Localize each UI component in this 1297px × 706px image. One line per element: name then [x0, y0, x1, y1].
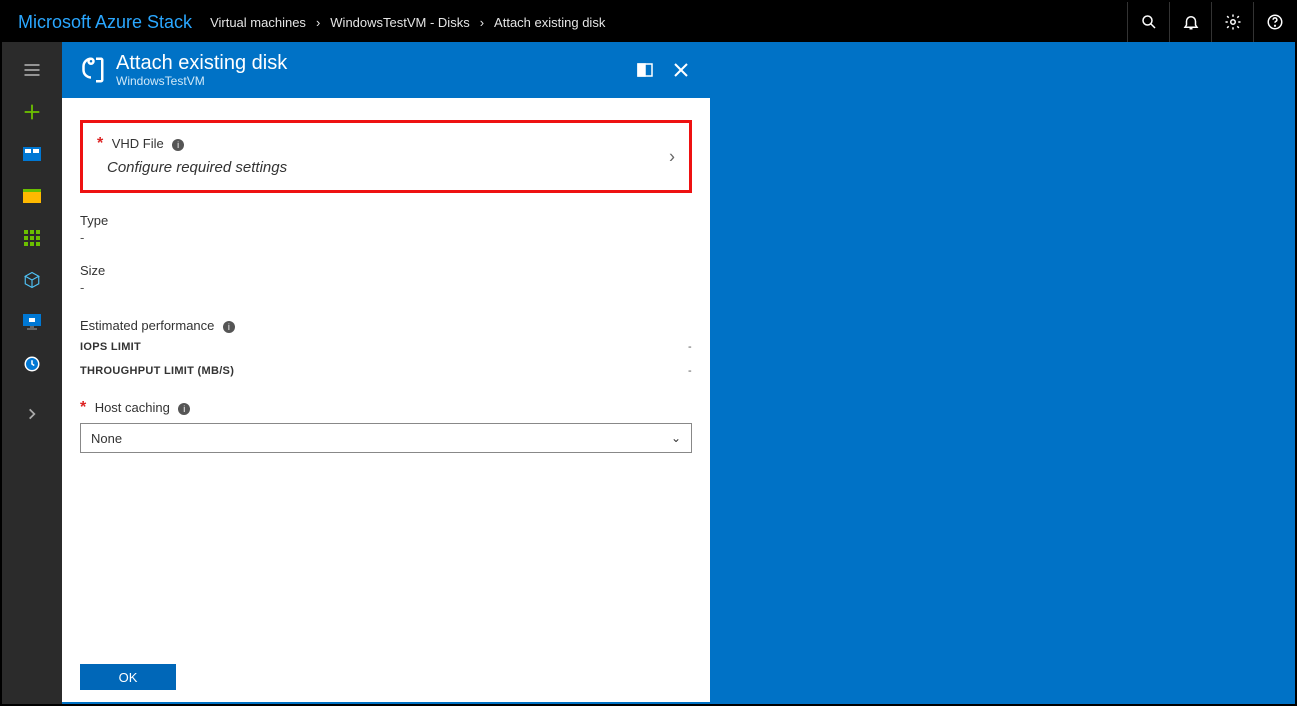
help-button[interactable]: [1253, 2, 1295, 42]
maximize-icon: [637, 63, 653, 77]
folder-icon: [23, 189, 41, 203]
topbar-actions: [1127, 2, 1295, 42]
nav-dashboard[interactable]: [2, 134, 62, 174]
ok-button[interactable]: OK: [80, 664, 176, 690]
blade-header: Attach existing disk WindowsTestVM: [62, 42, 710, 98]
grid-icon: [24, 230, 40, 246]
left-nav: [2, 42, 62, 704]
vhd-file-selector[interactable]: * VHD File i Configure required settings…: [80, 120, 692, 193]
nav-virtual-machines[interactable]: [2, 302, 62, 342]
bell-icon: [1182, 13, 1200, 31]
cube-icon: [23, 271, 41, 289]
required-indicator: *: [80, 399, 86, 416]
nav-resource-groups[interactable]: [2, 176, 62, 216]
iops-limit-value: -: [688, 341, 692, 353]
info-icon[interactable]: i: [223, 321, 235, 333]
help-icon: [1266, 13, 1284, 31]
close-icon: [674, 63, 688, 77]
breadcrumb-virtual-machines[interactable]: Virtual machines: [210, 15, 306, 30]
type-value: -: [80, 230, 692, 245]
nav-all-resources[interactable]: [2, 218, 62, 258]
chevron-right-icon: [25, 407, 39, 421]
notifications-button[interactable]: [1169, 2, 1211, 42]
chevron-right-icon: ›: [316, 15, 320, 30]
vhd-file-label: VHD File: [112, 136, 164, 151]
iops-limit-label: IOPS LIMIT: [80, 341, 141, 353]
breadcrumb-vm-disks[interactable]: WindowsTestVM - Disks: [330, 15, 469, 30]
search-button[interactable]: [1127, 2, 1169, 42]
nav-recent[interactable]: [2, 344, 62, 384]
host-caching-value: None: [91, 431, 122, 446]
blade-subtitle: WindowsTestVM: [116, 74, 287, 88]
host-caching-select[interactable]: None ⌄: [80, 423, 692, 453]
type-label: Type: [80, 213, 692, 228]
nav-new[interactable]: [2, 92, 62, 132]
blade-body: * VHD File i Configure required settings…: [62, 98, 710, 702]
search-icon: [1140, 13, 1158, 31]
nav-more[interactable]: [2, 394, 62, 434]
hamburger-icon: [22, 60, 42, 80]
breadcrumb-attach-existing-disk[interactable]: Attach existing disk: [494, 15, 605, 30]
brand-title: Microsoft Azure Stack: [18, 12, 192, 33]
plus-icon: [21, 101, 43, 123]
blade-title: Attach existing disk: [116, 52, 287, 74]
host-caching-label: Host caching: [95, 400, 170, 415]
dashboard-icon: [23, 147, 41, 161]
throughput-limit-value: -: [688, 365, 692, 377]
size-label: Size: [80, 263, 692, 278]
required-indicator: *: [97, 135, 103, 152]
monitor-icon: [23, 314, 41, 330]
breadcrumbs: Virtual machines › WindowsTestVM - Disks…: [210, 15, 605, 30]
topbar: Microsoft Azure Stack Virtual machines ›…: [2, 2, 1295, 42]
maximize-button[interactable]: [630, 55, 660, 85]
chevron-right-icon: ›: [480, 15, 484, 30]
empty-workspace: [710, 42, 1295, 704]
nav-storage[interactable]: [2, 260, 62, 300]
clock-icon: [23, 355, 41, 373]
settings-button[interactable]: [1211, 2, 1253, 42]
content-area: Attach existing disk WindowsTestVM *: [62, 42, 1295, 704]
performance-label: Estimated performance: [80, 318, 214, 333]
nav-hamburger[interactable]: [2, 50, 62, 90]
close-button[interactable]: [666, 55, 696, 85]
throughput-limit-label: THROUGHPUT LIMIT (MB/S): [80, 365, 234, 377]
info-icon[interactable]: i: [172, 139, 184, 151]
blade-attach-existing-disk: Attach existing disk WindowsTestVM *: [62, 42, 710, 704]
attach-disk-icon: [76, 55, 106, 85]
vhd-file-prompt: Configure required settings: [107, 159, 673, 176]
chevron-right-icon: ›: [669, 146, 675, 167]
info-icon[interactable]: i: [178, 403, 190, 415]
size-value: -: [80, 280, 692, 295]
chevron-down-icon: ⌄: [671, 431, 681, 445]
gear-icon: [1224, 13, 1242, 31]
